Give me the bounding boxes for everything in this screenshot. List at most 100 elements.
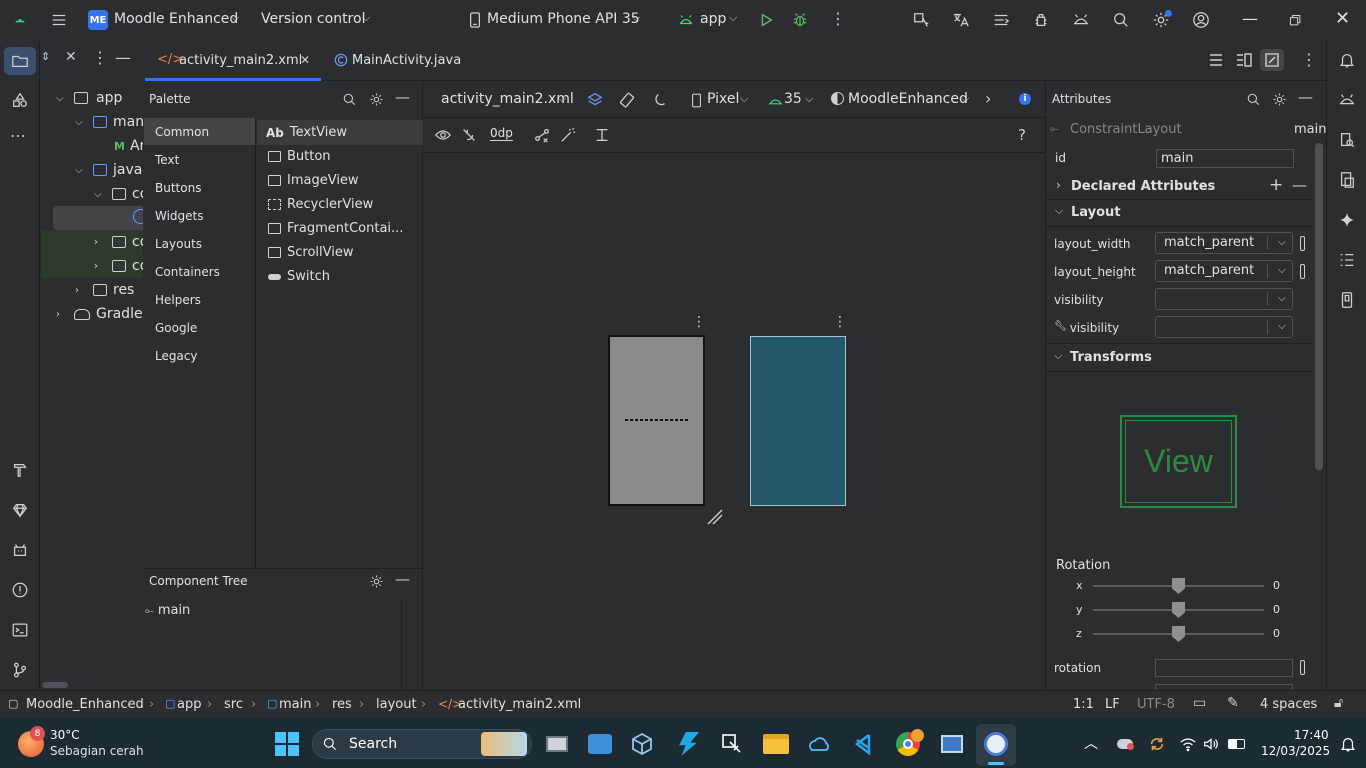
problems-icon[interactable] [10, 580, 30, 600]
declared-attributes-section[interactable]: Declared Attributes [1071, 179, 1215, 194]
clock-date[interactable]: 12/03/2025 [1261, 744, 1330, 758]
infer-constraints-wand-icon[interactable] [558, 125, 578, 145]
chevron-down-icon[interactable]: ⌵ [805, 92, 813, 106]
emulator-icon[interactable] [1337, 170, 1357, 190]
palette-item-scrollview[interactable]: ScrollView [268, 245, 354, 260]
split-view-icon[interactable] [1235, 51, 1253, 69]
component-tree-root[interactable]: ⟜ main [145, 603, 190, 618]
close-window-icon[interactable]: ✕ [1335, 8, 1350, 29]
gemini-sparkle-icon[interactable] [1337, 210, 1357, 230]
weather-temperature[interactable]: 30°C [50, 728, 80, 742]
translate-icon[interactable] [950, 10, 972, 30]
debug-icon[interactable] [790, 10, 810, 30]
resize-handle-icon[interactable] [706, 508, 724, 526]
palette-item-recyclerview[interactable]: RecyclerView [268, 197, 373, 212]
chevron-down-icon[interactable]: ⌵ [729, 11, 737, 25]
collapse-all-icon[interactable]: ✕ [65, 49, 77, 65]
caret-position[interactable]: 1:1 [1073, 697, 1094, 712]
logcat-icon[interactable] [990, 10, 1012, 30]
restore-window-icon[interactable] [1286, 11, 1304, 29]
chevron-down-icon[interactable]: ⌵ [1054, 349, 1062, 363]
wifi-icon[interactable] [1178, 734, 1198, 754]
search-icon[interactable] [1244, 90, 1262, 108]
rotation-input[interactable] [1155, 659, 1293, 677]
chevron-right-icon[interactable]: › [985, 89, 991, 108]
layout-inspector-icon[interactable] [910, 10, 932, 30]
palette-item-imageview[interactable]: ImageView [268, 173, 359, 188]
palette-item-fragmentcontainer[interactable]: FragmentContai... [268, 221, 403, 236]
search-icon[interactable] [1110, 10, 1132, 30]
more-actions-icon[interactable]: ⋮ [830, 9, 846, 28]
settings-gear-icon[interactable] [367, 90, 385, 108]
tree-item-java[interactable]: ⌵ java [75, 162, 142, 178]
tree-item-manifests[interactable]: ⌵ manif [75, 114, 153, 130]
line-separator[interactable]: LF [1105, 697, 1120, 712]
file-encoding[interactable]: UTF-8 [1137, 697, 1175, 712]
palette-category-legacy[interactable]: Legacy [155, 349, 198, 363]
tree-item-package[interactable]: ⌵ co [94, 186, 148, 202]
device-manager-icon[interactable] [1070, 10, 1092, 30]
breadcrumb-res[interactable]: res [332, 697, 352, 712]
chevron-right-icon[interactable]: › [1056, 178, 1061, 192]
show-hidden-icons-icon[interactable]: ︿ [1084, 733, 1098, 753]
tree-item-manifest-file[interactable]: M Ar [114, 138, 145, 154]
hide-panel-icon[interactable]: — [115, 48, 131, 67]
battery-icon[interactable] [1228, 739, 1245, 749]
design-view-button[interactable] [1260, 49, 1284, 71]
clear-constraints-icon[interactable] [532, 125, 552, 145]
hide-panel-icon[interactable]: — [395, 570, 410, 588]
gem-icon[interactable] [10, 500, 30, 520]
tab-mainactivity[interactable]: MainActivity.java [329, 40, 469, 81]
more-tools-icon[interactable]: ⋯ [10, 126, 26, 145]
project-badge[interactable]: ME [88, 10, 108, 30]
design-preview-screen[interactable] [608, 335, 705, 506]
blueprint-preview-screen[interactable] [750, 336, 846, 506]
resource-picker-icon[interactable] [1300, 236, 1305, 251]
remote-desktop-icon[interactable] [936, 728, 968, 760]
tools-visibility-dropdown[interactable]: ⌵ [1155, 316, 1293, 338]
file-explorer-icon[interactable] [760, 728, 792, 760]
chevron-updown-icon[interactable]: ⇕ [41, 50, 50, 63]
snipping-tool-icon[interactable] [716, 728, 748, 760]
remove-attribute-icon[interactable]: — [1292, 176, 1307, 194]
breadcrumb-project[interactable]: Moodle_Enhanced [26, 697, 144, 712]
account-icon[interactable] [1190, 9, 1212, 31]
layout-section[interactable]: Layout [1071, 205, 1121, 220]
resource-picker-icon[interactable] [1300, 264, 1305, 279]
theme-selector[interactable]: MoodleEnhanced [848, 91, 968, 107]
tree-item-gradle[interactable]: › Gradle S [56, 306, 156, 322]
breadcrumb-src[interactable]: src [224, 697, 243, 712]
ai-assist-icon[interactable]: ✎ [1227, 695, 1239, 711]
design-preview-menu-icon[interactable]: ⋮ [692, 314, 706, 330]
hide-panel-icon[interactable]: — [395, 88, 410, 106]
project-name[interactable]: Moodle Enhanced [114, 11, 238, 27]
structure-list-icon[interactable] [1337, 250, 1357, 270]
palette-item-switch[interactable]: Switch [268, 269, 330, 284]
palette-category-helpers[interactable]: Helpers [155, 293, 201, 307]
indent-setting[interactable]: 4 spaces [1260, 697, 1317, 712]
info-icon[interactable]: i [1019, 93, 1031, 105]
id-input[interactable]: main [1156, 149, 1294, 168]
transforms-section[interactable]: Transforms [1070, 350, 1152, 365]
chevron-down-icon[interactable]: ⌵ [740, 92, 748, 106]
device-selector[interactable]: Pixel [707, 91, 739, 107]
chevron-down-icon[interactable]: ⌵ [558, 92, 566, 106]
settings-gear-icon[interactable] [367, 572, 385, 590]
running-devices-icon[interactable] [1337, 90, 1357, 110]
device-mirroring-icon[interactable] [1337, 290, 1357, 310]
chevron-down-icon[interactable]: ⌵ [362, 11, 370, 25]
notification-center-icon[interactable] [1338, 734, 1358, 754]
version-control-menu[interactable]: Version control [261, 11, 365, 27]
power-automate-icon[interactable] [672, 728, 704, 760]
weather-description[interactable]: Sebagian cerah [50, 744, 144, 758]
blueprint-preview-menu-icon[interactable]: ⋮ [833, 314, 847, 330]
palette-category-widgets[interactable]: Widgets [155, 209, 204, 223]
vscode-icon[interactable] [848, 728, 880, 760]
main-menu-icon[interactable] [48, 10, 70, 30]
orientation-icon[interactable] [617, 90, 637, 110]
api-level-selector[interactable]: 35 [784, 91, 802, 107]
chevron-down-icon[interactable]: ⌵ [1055, 204, 1063, 218]
chevron-down-icon[interactable]: ⌵ [632, 11, 640, 25]
breadcrumb-file[interactable]: activity_main2.xml [458, 697, 581, 712]
app-quality-icon[interactable] [1030, 10, 1052, 30]
